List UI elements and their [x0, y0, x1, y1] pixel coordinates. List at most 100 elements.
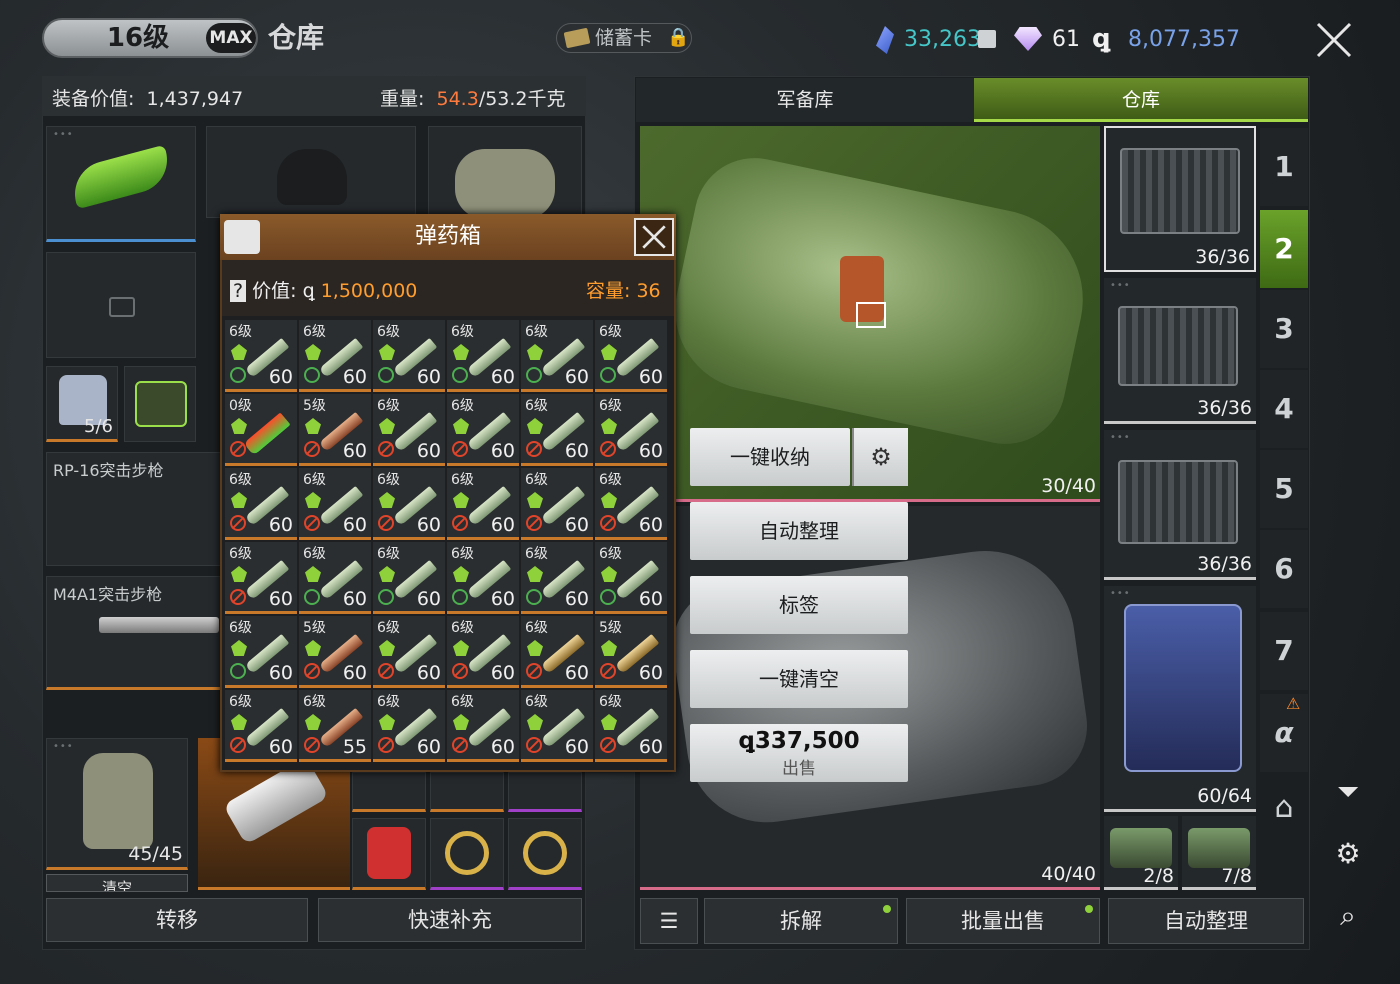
ammo-cell[interactable]: 6级 60 [373, 320, 445, 392]
page-tab-7[interactable]: 7 [1260, 612, 1308, 690]
quality-icon [453, 418, 469, 434]
ammo-cell[interactable]: 6级 60 [299, 468, 371, 540]
tab-warehouse[interactable]: 仓库 [974, 78, 1308, 122]
ammo-cell[interactable]: 5级 60 [299, 394, 371, 466]
page-tab-alpha[interactable]: α [1260, 694, 1308, 772]
item-slot-ring[interactable] [430, 818, 504, 890]
ammo-cell[interactable]: 6级 60 [373, 616, 445, 688]
ammo-case-1[interactable]: 36/36 [1104, 126, 1256, 272]
ammo-case-3[interactable]: ••• 36/36 [1104, 430, 1256, 580]
crystal-add-icon[interactable] [978, 30, 996, 48]
clear-all-button[interactable]: 一键清空 [690, 650, 908, 708]
ammo-cell[interactable]: 0级 [225, 394, 297, 466]
primary-weapon-slot[interactable]: RP-16突击步枪 [46, 452, 222, 566]
weapon-name-rp16: RP-16突击步枪 [53, 461, 164, 480]
close-icon[interactable] [1314, 20, 1354, 60]
close-icon[interactable] [634, 218, 674, 256]
ammo-cell[interactable]: 6级 60 [521, 616, 593, 688]
item-slot-aed[interactable] [352, 818, 426, 890]
large-case[interactable]: ••• 60/64 [1104, 586, 1256, 812]
ammo-cell[interactable]: 6级 60 [447, 320, 519, 392]
ammo-cell[interactable]: 6级 60 [373, 690, 445, 762]
ammo-cell[interactable]: 6级 60 [225, 616, 297, 688]
keycard-slot[interactable] [124, 366, 196, 442]
item-slot-ring[interactable] [508, 818, 582, 890]
sell-button[interactable]: ꝗ337,500 出售 [690, 724, 908, 782]
page-tab-5[interactable]: 5 [1260, 450, 1308, 528]
storage-card-button[interactable]: 储蓄卡 🔒 [556, 23, 692, 53]
item-slot-chain[interactable] [352, 772, 426, 812]
filter-icon[interactable]: ⏷ [1330, 774, 1366, 810]
tag-button[interactable]: 标签 [690, 576, 908, 634]
ammo-cell[interactable]: 6级 60 [521, 320, 593, 392]
ammo-cell[interactable]: 6级 60 [373, 468, 445, 540]
page-tab-1[interactable]: 1 [1260, 128, 1308, 206]
auto-sort-button[interactable]: 自动整理 [690, 502, 908, 560]
ammo-cell[interactable]: 6级 60 [225, 690, 297, 762]
page-tab-2[interactable]: 2 [1260, 210, 1308, 288]
ammo-count: 60 [638, 366, 663, 388]
ammo-cell[interactable]: 6级 60 [521, 690, 593, 762]
ammo-cell[interactable]: 6级 55 [299, 690, 371, 762]
page-tab-3[interactable]: 3 [1260, 290, 1308, 368]
ammo-cell[interactable]: 6级 60 [447, 468, 519, 540]
quality-icon [379, 492, 395, 508]
ammo-cell[interactable]: 6级 60 [447, 394, 519, 466]
ammo-cell[interactable]: 6级 60 [447, 616, 519, 688]
popup-value-number: 1,500,000 [320, 280, 418, 302]
auto-sort-bottom-button[interactable]: 自动整理 [1108, 898, 1304, 944]
secondary-weapon-slot[interactable]: M4A1突击步枪 [46, 576, 222, 690]
ammo-cell[interactable]: 5级 60 [299, 616, 371, 688]
ammo-cell[interactable]: 6级 60 [373, 394, 445, 466]
ammo-cell[interactable]: 6级 60 [299, 320, 371, 392]
item-slot[interactable] [430, 772, 504, 812]
dismantle-button[interactable]: 拆解 [704, 898, 898, 944]
ammo-cell[interactable]: 5级 60 [595, 616, 667, 688]
armor-plate-slot[interactable]: 5/6 [46, 366, 118, 442]
page-tab-6[interactable]: 6 [1260, 530, 1308, 608]
ammo-cell[interactable]: 6级 60 [595, 394, 667, 466]
backpack-slot[interactable] [428, 126, 582, 219]
equipment-value-number: 1,437,947 [146, 88, 244, 110]
transfer-button[interactable]: 转移 [46, 898, 308, 942]
helmet-slot[interactable] [206, 126, 416, 218]
small-case-2[interactable]: 7/8 [1182, 816, 1256, 890]
melee-slot[interactable]: ••• [46, 126, 196, 242]
store-into-icon[interactable] [856, 302, 886, 328]
ammo-cell[interactable]: 6级 60 [595, 320, 667, 392]
page-tab-4[interactable]: 4 [1260, 370, 1308, 448]
ammo-cell[interactable]: 6级 60 [299, 542, 371, 614]
settings-icon[interactable]: ⚙ [1330, 836, 1366, 872]
ammo-cell[interactable]: 6级 60 [521, 394, 593, 466]
notify-dot [1085, 905, 1093, 913]
ammo-cell[interactable]: 6级 60 [595, 690, 667, 762]
ammo-case-2[interactable]: ••• 36/36 [1104, 278, 1256, 424]
clear-button[interactable]: 清空 [46, 874, 188, 892]
compatible-icon [230, 663, 246, 679]
bulk-sell-button[interactable]: 批量出售 [906, 898, 1100, 944]
store-all-button[interactable]: 一键收纳 [690, 428, 850, 486]
home-storage-icon[interactable]: ⌂ [1262, 790, 1306, 834]
ammo-cell[interactable]: 6级 60 [447, 690, 519, 762]
menu-icon[interactable]: ☰ [640, 898, 698, 944]
search-icon[interactable]: ⌕ [1330, 898, 1366, 934]
ammo-cell[interactable]: 6级 60 [521, 542, 593, 614]
ammo-cell[interactable]: 6级 60 [447, 542, 519, 614]
medkit-slot[interactable] [46, 252, 196, 358]
small-case-1[interactable]: 2/8 [1104, 816, 1178, 890]
ammo-cell[interactable]: 6级 60 [595, 542, 667, 614]
ammo-cell[interactable]: 6级 60 [225, 468, 297, 540]
tab-armory[interactable]: 军备库 [636, 78, 974, 122]
ammo-cell[interactable]: 6级 60 [373, 542, 445, 614]
chat-share-icon[interactable] [224, 220, 260, 254]
quality-icon [601, 418, 617, 434]
ammo-cell[interactable]: 6级 60 [595, 468, 667, 540]
item-slot[interactable] [508, 772, 582, 812]
ammo-cell[interactable]: 6级 60 [225, 320, 297, 392]
help-icon[interactable]: ? [230, 280, 247, 302]
ammo-cell[interactable]: 6级 60 [225, 542, 297, 614]
quick-refill-button[interactable]: 快速补充 [318, 898, 582, 942]
ammo-cell[interactable]: 6级 60 [521, 468, 593, 540]
gear-icon[interactable]: ⚙ [852, 428, 908, 486]
backpack-storage-slot[interactable]: ••• 45/45 [46, 738, 188, 870]
